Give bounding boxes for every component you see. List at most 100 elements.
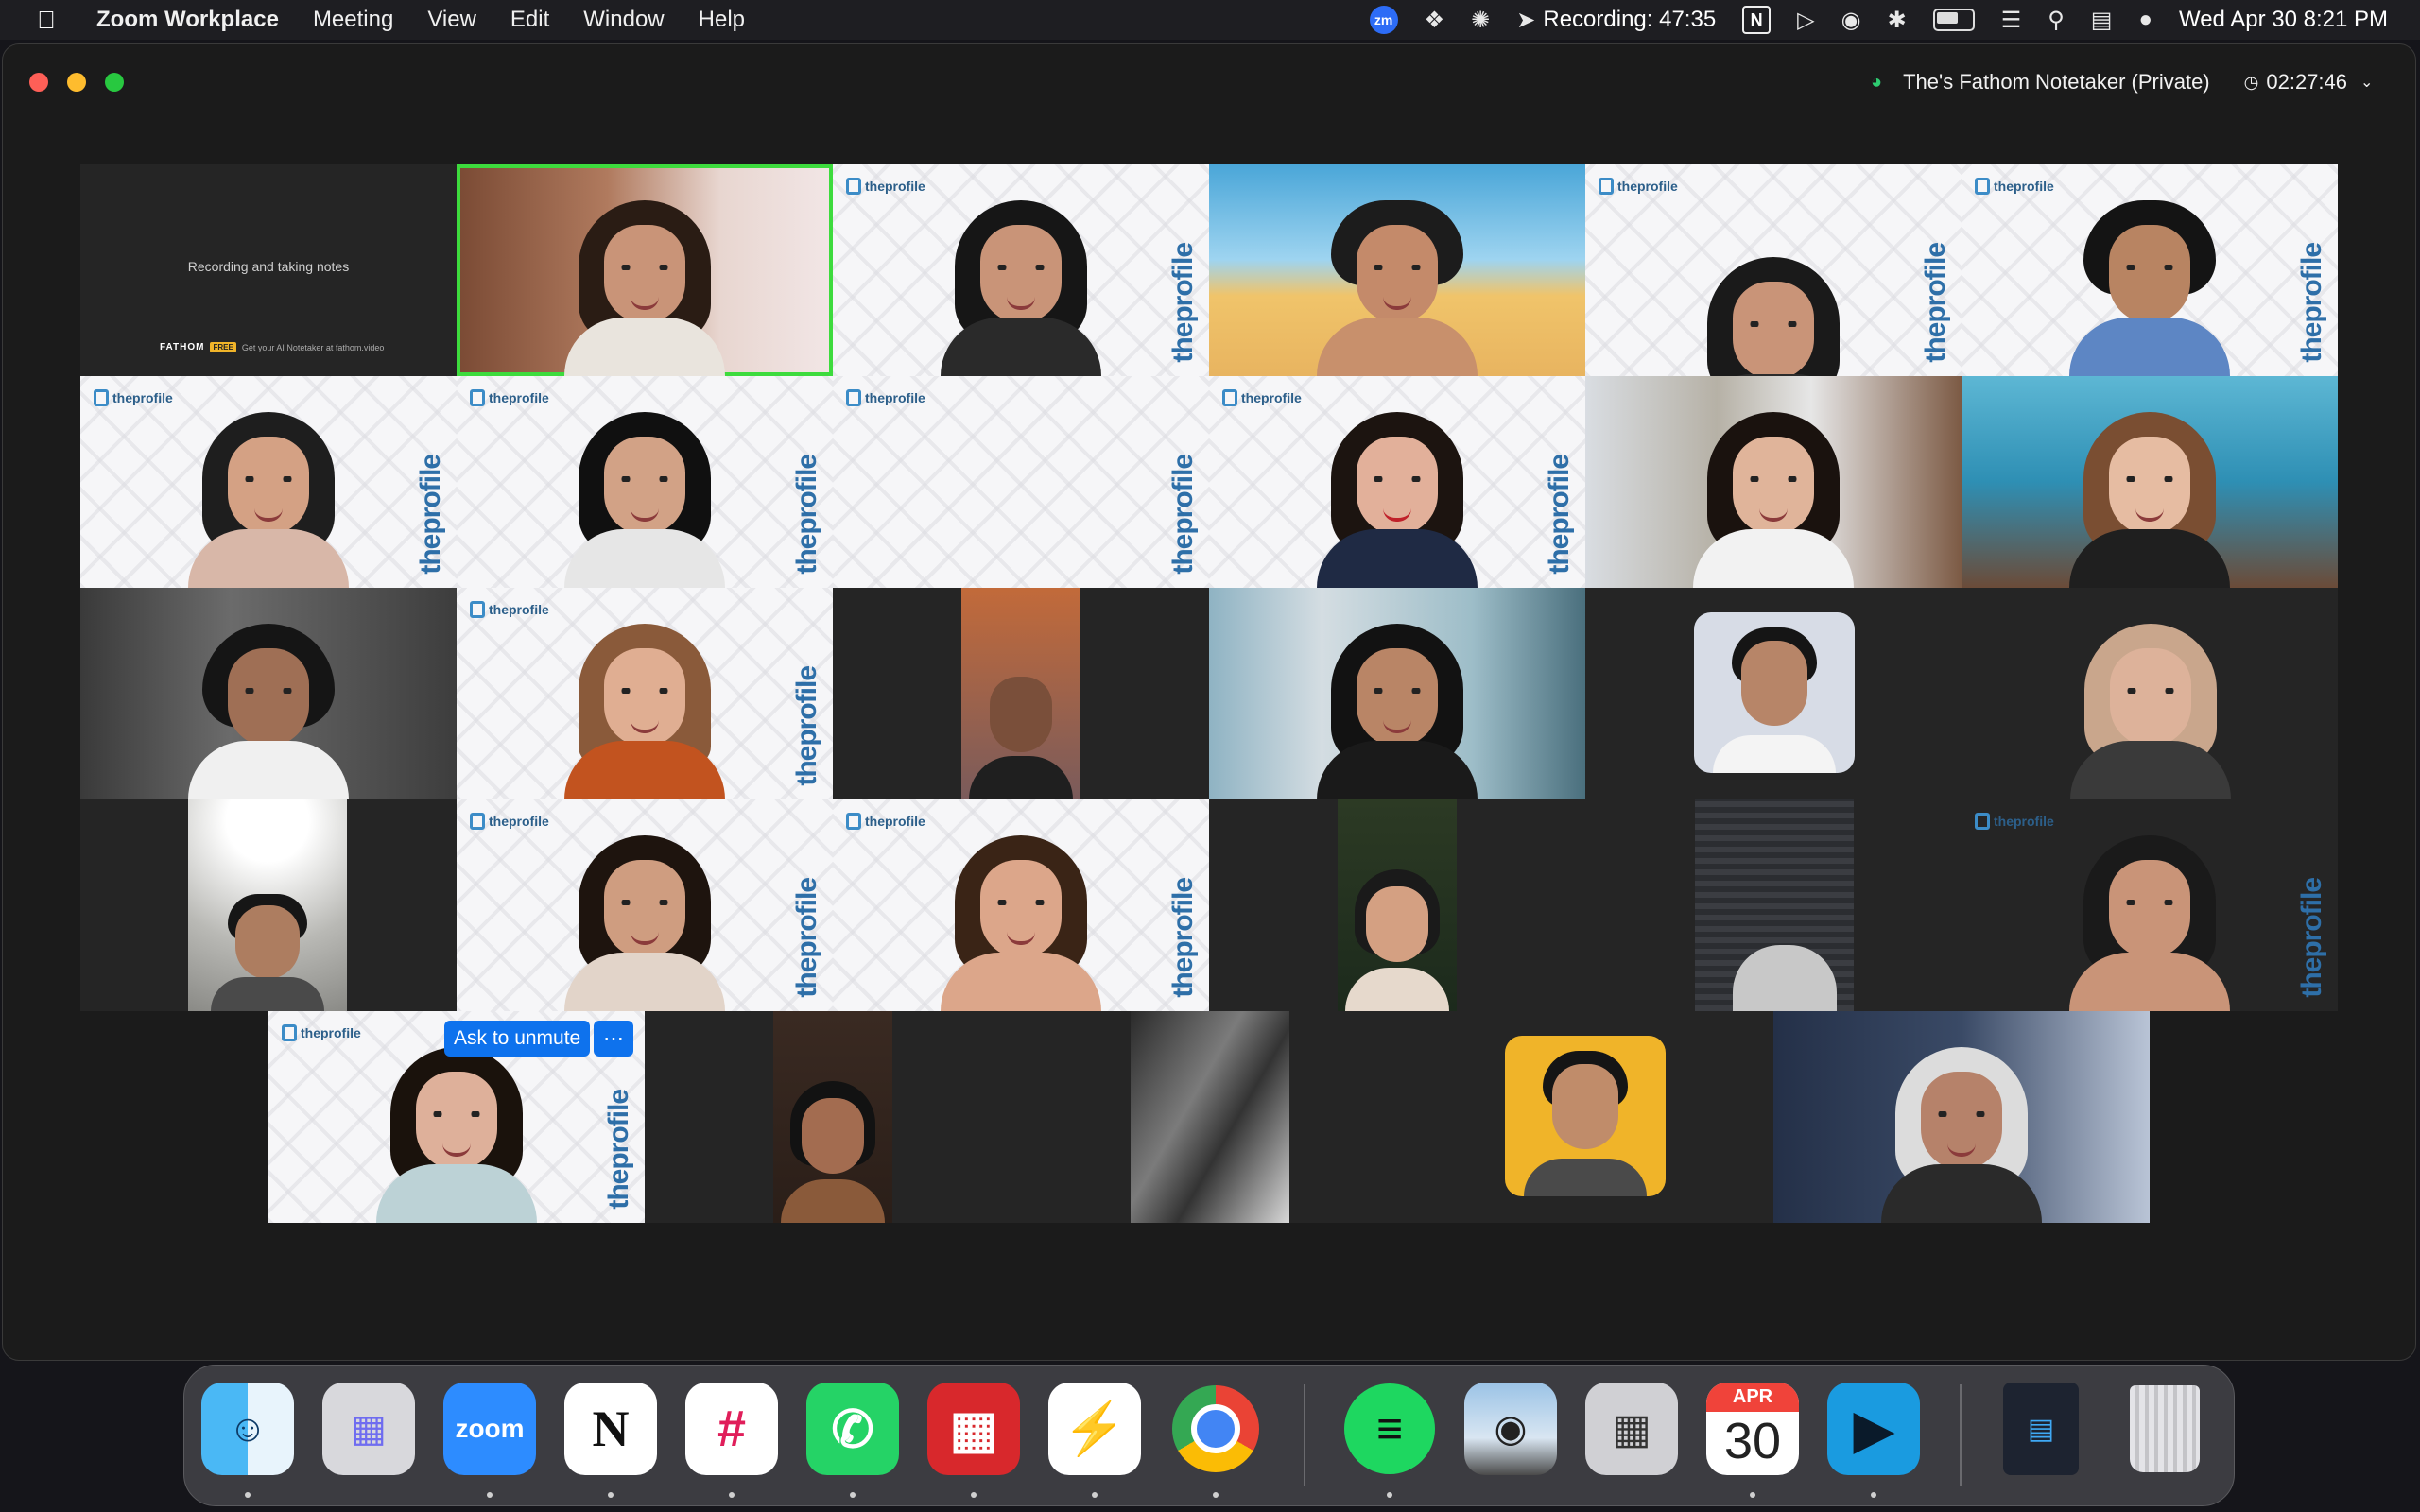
dock-spotify[interactable]: ≡	[1343, 1383, 1436, 1475]
dock-chrome[interactable]	[1169, 1383, 1262, 1475]
video-tile[interactable]: theprofile theprofile	[457, 376, 833, 588]
maximize-window-button[interactable]	[105, 73, 124, 92]
airdrop-icon[interactable]: ◉	[1841, 7, 1861, 34]
video-tile[interactable]	[1209, 164, 1585, 376]
participant-video	[1693, 244, 1854, 376]
brand-vertical: theprofile	[791, 878, 822, 998]
video-tile[interactable]	[833, 588, 1209, 799]
menu-edit[interactable]: Edit	[510, 7, 549, 33]
video-tile[interactable]	[1021, 1011, 1397, 1223]
video-tile[interactable]	[1397, 1011, 1773, 1223]
menu-help[interactable]: Help	[699, 7, 745, 33]
status-area: zm ❖ ✺ ➤ Recording: 47:35 N ▷ ◉ ✱ ☰ ⚲ ▤ …	[1343, 0, 2388, 40]
brand-logo: theprofile	[470, 601, 549, 618]
video-tile-active-speaker[interactable]	[457, 164, 833, 376]
video-tile[interactable]	[1585, 588, 1962, 799]
search-icon[interactable]: ⚲	[2048, 7, 2065, 34]
video-tile[interactable]	[1962, 588, 2338, 799]
zoom-app-label: zoom	[455, 1414, 525, 1443]
brand-logo: theprofile	[1222, 389, 1302, 406]
slack-icon: #	[717, 1400, 747, 1457]
video-tile[interactable]	[1585, 799, 1962, 1011]
dock-fathom[interactable]: ▶	[1827, 1383, 1920, 1475]
finder-icon: ☺	[228, 1407, 268, 1450]
notetaker-label: The's Fathom Notetaker (Private)	[1903, 70, 2210, 94]
video-tile[interactable]: theprofile theprofile	[1962, 799, 2338, 1011]
wifi-icon[interactable]: ☰	[2001, 7, 2022, 34]
video-tile[interactable]	[80, 588, 457, 799]
dock-zoom[interactable]: zoom	[443, 1383, 536, 1475]
video-tile[interactable]: theprofile theprofile	[80, 376, 457, 588]
dock-messenger[interactable]: ⚡	[1048, 1383, 1141, 1475]
dock-calculator[interactable]: ▦	[1585, 1383, 1678, 1475]
chevron-down-icon[interactable]: ⌄	[2360, 73, 2373, 92]
brand-vertical: theprofile	[791, 666, 822, 786]
dock-whatsapp[interactable]: ✆	[806, 1383, 899, 1475]
video-tile[interactable]	[1585, 376, 1962, 588]
video-tile[interactable]	[1773, 1011, 2150, 1223]
preview-icon: ◉	[1494, 1408, 1528, 1450]
menu-clock[interactable]: Wed Apr 30 8:21 PM	[2179, 7, 2388, 33]
notetaker-indicator[interactable]: ◕ The's Fathom Notetaker (Private) ◷ 02:…	[1850, 61, 2394, 103]
participant-video	[2011, 588, 2290, 799]
participant-video	[2069, 399, 2230, 588]
meeting-timer: ◷ 02:27:46 ⌄	[2244, 70, 2374, 94]
menu-window[interactable]: Window	[583, 7, 664, 33]
fathom-status-text: Recording and taking notes	[187, 259, 350, 274]
video-tile[interactable]	[80, 799, 457, 1011]
play-circle-icon[interactable]: ▷	[1797, 7, 1814, 34]
dock-cube-app[interactable]: ▦	[927, 1383, 1020, 1475]
video-tile[interactable]: theprofile theprofile	[457, 799, 833, 1011]
siri-icon[interactable]: ●	[2138, 7, 2152, 33]
app-menus: Zoom Workplace Meeting View Edit Window …	[96, 7, 779, 33]
close-window-button[interactable]	[29, 73, 48, 92]
video-tile[interactable]: theprofile theprofile	[1585, 164, 1962, 376]
participant-video	[1338, 799, 1457, 1011]
video-tile[interactable]	[1962, 376, 2338, 588]
video-tile[interactable]: theprofile theprofile	[833, 164, 1209, 376]
notion-status-icon[interactable]: N	[1742, 6, 1772, 34]
dock-calendar[interactable]: APR 30	[1706, 1383, 1799, 1475]
video-tile[interactable]	[645, 1011, 1021, 1223]
dock-slack[interactable]: #	[685, 1383, 778, 1475]
apple-menu-icon[interactable]: 	[32, 6, 60, 35]
minimize-window-button[interactable]	[67, 73, 86, 92]
video-tile[interactable]: theprofile theprofile	[1962, 164, 2338, 376]
more-options-button[interactable]: ⋯	[594, 1021, 633, 1057]
sunburst-icon[interactable]: ✺	[1471, 7, 1490, 34]
dropbox-icon[interactable]: ❖	[1425, 7, 1445, 34]
calendar-month: APR	[1706, 1383, 1799, 1412]
video-tile[interactable]	[1209, 799, 1585, 1011]
menu-view[interactable]: View	[427, 7, 476, 33]
dock-preview[interactable]: ◉	[1464, 1383, 1557, 1475]
recording-indicator[interactable]: ➤ Recording: 47:35	[1516, 7, 1716, 34]
participant-video	[1131, 1011, 1289, 1223]
participant-video	[941, 187, 1101, 376]
dock-separator	[1304, 1384, 1305, 1486]
menu-app-name[interactable]: Zoom Workplace	[96, 7, 279, 33]
dock-trash[interactable]	[2118, 1383, 2211, 1475]
participant-video	[2069, 187, 2230, 376]
battery-icon[interactable]	[1932, 9, 1975, 31]
calculator-icon: ▦	[1612, 1405, 1651, 1452]
whatsapp-icon: ✆	[831, 1400, 874, 1458]
video-tile[interactable]: theprofile theprofile	[833, 376, 1209, 588]
dock-notion[interactable]: N	[564, 1383, 657, 1475]
video-tile[interactable]	[1209, 588, 1585, 799]
dock-minimized-window[interactable]: ▤	[2003, 1383, 2079, 1475]
control-center-icon[interactable]: ▤	[2091, 7, 2113, 34]
video-tile[interactable]: theprofile theprofile	[457, 588, 833, 799]
ask-to-unmute-button[interactable]: Ask to unmute	[444, 1021, 591, 1057]
menu-meeting[interactable]: Meeting	[313, 7, 393, 33]
zoom-status-icon[interactable]: zm	[1369, 6, 1398, 34]
video-tile[interactable]: theprofile theprofile	[1209, 376, 1585, 588]
clock-icon: ◷	[2243, 72, 2259, 92]
dock-finder[interactable]: ☺	[201, 1383, 294, 1475]
brand-logo: theprofile	[470, 389, 549, 406]
dock-launchpad[interactable]: ▦	[322, 1383, 415, 1475]
video-tile-fathom[interactable]: Recording and taking notes FATHOM FREE G…	[80, 164, 457, 376]
video-tile[interactable]: theprofile theprofile	[833, 799, 1209, 1011]
bluetooth-icon[interactable]: ✱	[1888, 7, 1907, 34]
participant-video	[188, 610, 349, 799]
participant-video	[961, 588, 1080, 799]
